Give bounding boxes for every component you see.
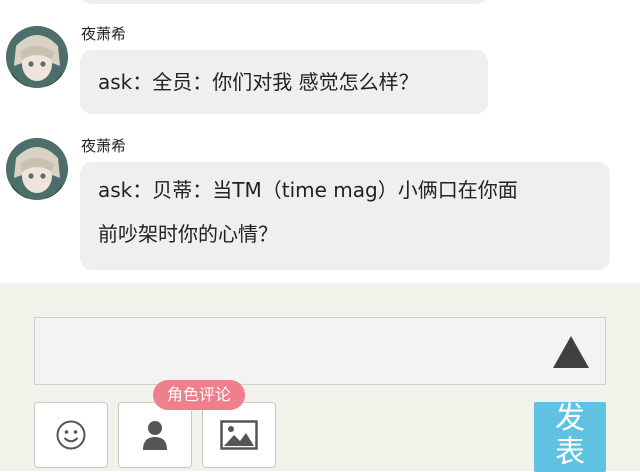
image-button[interactable]	[202, 402, 276, 468]
message-bubble: ask：贝蒂：当TM（time mag）小俩口在你面 前吵架时你的心情？	[80, 162, 610, 270]
avatar[interactable]	[6, 138, 68, 200]
compose-panel: 角色评论 发表	[0, 283, 640, 472]
post-button[interactable]: 发表	[534, 402, 606, 472]
message-input[interactable]	[34, 317, 606, 385]
person-icon	[143, 421, 167, 450]
sender-name: 夜萧希	[81, 137, 127, 155]
emoji-icon	[56, 420, 86, 450]
post-button-label: 发表	[555, 402, 585, 470]
message-text: ask：全员：你们对我 感觉怎么样？	[98, 70, 419, 94]
send-arrow-icon[interactable]	[553, 336, 589, 368]
message-text-line: ask：贝蒂：当TM（time mag）小俩口在你面	[98, 178, 518, 202]
character-button[interactable]	[118, 402, 192, 468]
chat-area: 夜萧希 ask：全员：你们对我 感觉怎么样？ 夜萧希 ask：贝蒂：当TM（ti…	[0, 0, 640, 283]
message-text-line: 前吵架时你的心情？	[98, 222, 278, 246]
image-icon	[220, 420, 258, 450]
sender-name: 夜萧希	[81, 25, 127, 43]
role-comment-tag[interactable]: 角色评论	[153, 380, 246, 410]
previous-message-bubble	[80, 0, 488, 4]
emoji-button[interactable]	[34, 402, 108, 468]
avatar[interactable]	[6, 26, 68, 88]
message-bubble: ask：全员：你们对我 感觉怎么样？	[80, 50, 488, 114]
